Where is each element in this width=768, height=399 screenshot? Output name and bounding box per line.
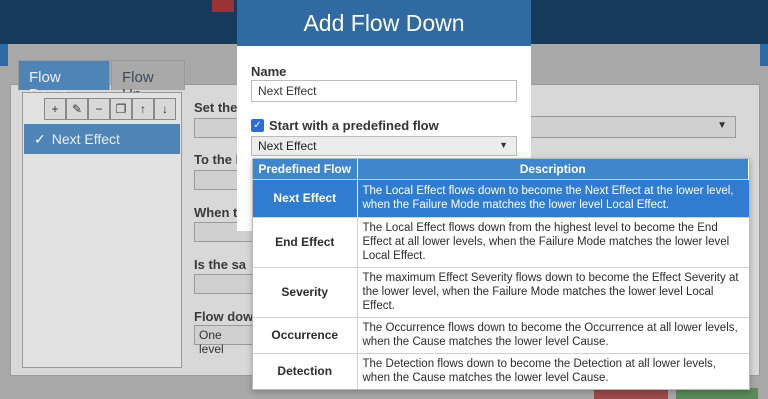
flow-description: The Occurrence flows down to become the … xyxy=(357,316,749,353)
list-item-label: Next Effect xyxy=(51,131,120,147)
predefined-flow-dropdown: Predefined Flow Description Next Effect … xyxy=(252,158,750,390)
flow-name: End Effect xyxy=(253,216,358,267)
app-logo xyxy=(212,0,234,12)
table-row[interactable]: Detection The Detection flows down to be… xyxy=(253,352,749,389)
field-label-flow-down: Flow dow xyxy=(194,309,254,324)
copy-icon[interactable]: ❐ xyxy=(110,98,132,120)
column-header-description: Description xyxy=(357,159,749,179)
arrow-up-icon[interactable]: ↑ xyxy=(132,98,154,120)
predefined-flow-label: Start with a predefined flow xyxy=(269,118,439,133)
flow-description: The Local Effect flows down to become th… xyxy=(357,178,749,217)
field-label-when: When t xyxy=(194,205,238,220)
table-row[interactable]: Severity The maximum Effect Severity flo… xyxy=(253,266,749,317)
name-label: Name xyxy=(251,64,287,79)
flow-down-select[interactable]: One level xyxy=(194,325,254,356)
table-row[interactable]: Occurrence The Occurrence flows down to … xyxy=(253,316,749,353)
table-row[interactable]: End Effect The Local Effect flows down f… xyxy=(253,216,749,267)
flow-name: Occurrence xyxy=(253,316,358,353)
pencil-icon[interactable]: ✎ xyxy=(66,98,88,120)
flow-description: The maximum Effect Severity flows down t… xyxy=(357,266,749,317)
set-select[interactable]: ▼ xyxy=(520,116,736,138)
name-input[interactable] xyxy=(251,80,517,102)
table-row[interactable]: Next Effect The Local Effect flows down … xyxy=(253,178,749,217)
flow-description: The Local Effect flows down from the hig… xyxy=(357,216,749,267)
tab-flow-up[interactable]: Flow Up xyxy=(111,60,185,103)
sidebar-edge-right xyxy=(760,44,768,66)
plus-icon[interactable]: + xyxy=(44,98,66,120)
minus-icon[interactable]: − xyxy=(88,98,110,120)
field-label-is-same: Is the sa xyxy=(194,257,247,272)
flow-name: Detection xyxy=(253,352,358,389)
field-label-to: To the l xyxy=(194,152,240,167)
sidebar-edge xyxy=(0,44,8,66)
caret-down-icon: ▼ xyxy=(499,140,508,150)
field-label-set: Set the xyxy=(194,100,238,115)
flow-name: Severity xyxy=(253,266,358,317)
caret-down-icon: ▼ xyxy=(717,120,727,131)
predefined-flow-select-value: Next Effect xyxy=(258,139,317,153)
modal-title: Add Flow Down xyxy=(237,0,531,46)
tab-flow-down[interactable]: Flow Down xyxy=(18,60,110,103)
predefined-flow-table: Predefined Flow Description Next Effect … xyxy=(253,159,749,389)
flow-description: The Detection flows down to become the D… xyxy=(357,352,749,389)
flow-list-toolbar: + ✎ − ❐ ↑ ↓ xyxy=(44,98,176,120)
flow-name: Next Effect xyxy=(253,178,358,217)
is-same-field[interactable] xyxy=(194,274,254,294)
predefined-flow-checkbox-row[interactable]: ✓ Start with a predefined flow xyxy=(251,118,439,133)
arrow-down-icon[interactable]: ↓ xyxy=(154,98,176,120)
predefined-flow-select[interactable]: Next Effect ▼ xyxy=(251,136,517,156)
predefined-flow-checkbox[interactable]: ✓ xyxy=(251,119,264,132)
column-header-predefined-flow: Predefined Flow xyxy=(253,159,358,179)
list-item[interactable]: ✓ Next Effect xyxy=(24,124,180,154)
check-icon: ✓ xyxy=(34,131,46,147)
